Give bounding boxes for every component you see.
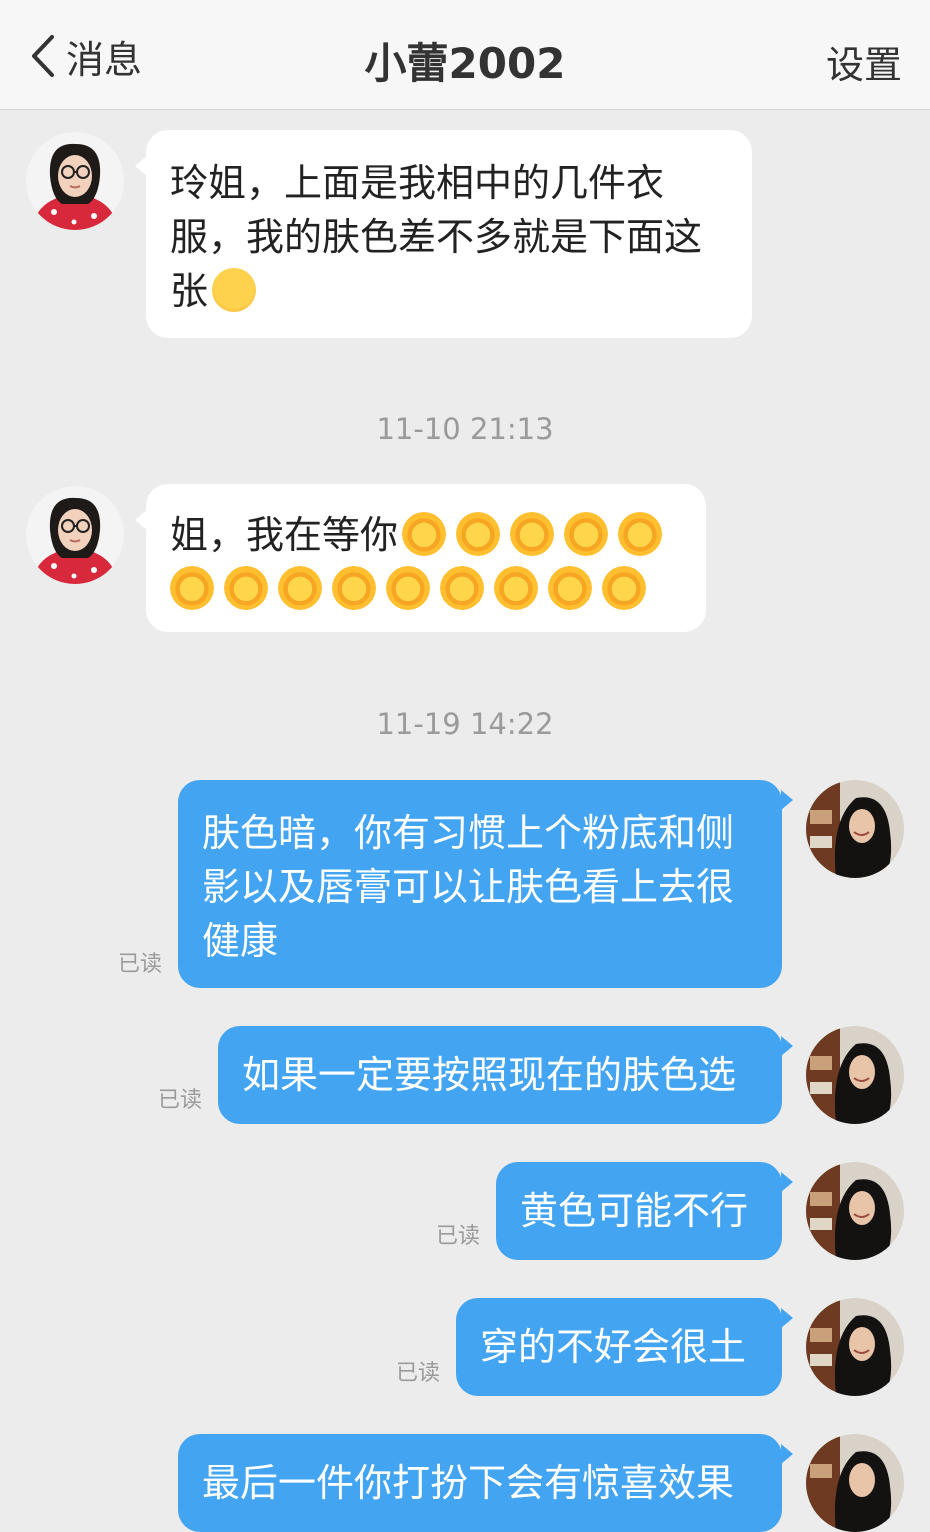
timestamp: 11-19 14:22	[376, 707, 554, 741]
message-line: 肤色暗，你有习惯上个粉底和侧	[202, 811, 735, 855]
my-avatar-image	[806, 1298, 904, 1396]
sun-smile-emoji-icon	[564, 512, 609, 556]
message-bubble-outgoing[interactable]: 最后一件你打扮下会有惊喜效果	[178, 1434, 793, 1532]
message-bubble-incoming[interactable]: 姐，我在等你	[135, 484, 706, 632]
sun-smile-emoji-icon	[224, 566, 268, 610]
my-avatar-image	[806, 780, 904, 878]
read-status: 已读	[118, 952, 163, 977]
contact-avatar[interactable]	[26, 132, 124, 230]
sun-smile-emoji-icon	[278, 566, 322, 610]
sun-smile-emoji-icon	[494, 566, 538, 610]
my-avatar[interactable]	[806, 780, 904, 878]
message-text: 姐，我在等你	[170, 513, 399, 557]
sun-smile-emoji-icon	[440, 566, 484, 610]
conversation-title: 小蕾2002	[364, 39, 566, 88]
my-avatar-image	[806, 1162, 904, 1260]
read-status: 已读	[158, 1088, 203, 1113]
message-line: 服，我的肤色差不多就是下面这	[170, 215, 703, 259]
message-bubble-outgoing[interactable]: 如果一定要按照现在的肤色选	[218, 1026, 793, 1124]
my-avatar-image	[806, 1434, 904, 1532]
nav-bar: 消息 小蕾2002 设置	[0, 0, 930, 110]
message-line: 影以及唇膏可以让肤色看上去很	[202, 865, 735, 909]
sun-smile-emoji-icon	[386, 566, 430, 610]
sun-smile-emoji-icon	[402, 512, 447, 556]
message-bubble-outgoing[interactable]: 肤色暗，你有习惯上个粉底和侧 影以及唇膏可以让肤色看上去很 健康	[178, 780, 793, 988]
blushing-smile-emoji-icon	[212, 268, 257, 312]
message-line: 健康	[202, 919, 279, 963]
message-bubble-incoming[interactable]: 玲姐，上面是我相中的几件衣 服，我的肤色差不多就是下面这 张	[135, 130, 752, 338]
sun-smile-emoji-icon	[456, 512, 501, 556]
contact-avatar-image	[26, 486, 124, 584]
message-bubble-outgoing[interactable]: 黄色可能不行	[496, 1162, 793, 1260]
my-avatar-image	[806, 1026, 904, 1124]
settings-button[interactable]: 设置	[826, 34, 902, 89]
message-line: 玲姐，上面是我相中的几件衣	[170, 161, 665, 205]
sun-smile-emoji-icon	[170, 566, 214, 610]
my-avatar[interactable]	[806, 1298, 904, 1396]
message-text: 穿的不好会很土	[480, 1325, 747, 1369]
contact-avatar[interactable]	[26, 486, 124, 584]
sun-smile-emoji-icon	[332, 566, 376, 610]
timestamp: 11-10 21:13	[376, 412, 554, 446]
message-text: 最后一件你打扮下会有惊喜效果	[202, 1461, 735, 1505]
sun-smile-emoji-icon	[602, 566, 646, 610]
sun-smile-emoji-icon	[510, 512, 555, 556]
my-avatar[interactable]	[806, 1434, 904, 1532]
contact-avatar-image	[26, 132, 124, 230]
read-status: 已读	[396, 1361, 441, 1386]
message-text: 如果一定要按照现在的肤色选	[242, 1053, 737, 1097]
sun-smile-emoji-icon	[618, 512, 663, 556]
read-status: 已读	[436, 1224, 481, 1249]
message-line: 张	[170, 269, 209, 313]
sun-smile-emoji-icon	[548, 566, 592, 610]
message-text: 黄色可能不行	[520, 1189, 749, 1233]
message-bubble-outgoing[interactable]: 穿的不好会很土	[456, 1298, 793, 1396]
my-avatar[interactable]	[806, 1026, 904, 1124]
my-avatar[interactable]	[806, 1162, 904, 1260]
